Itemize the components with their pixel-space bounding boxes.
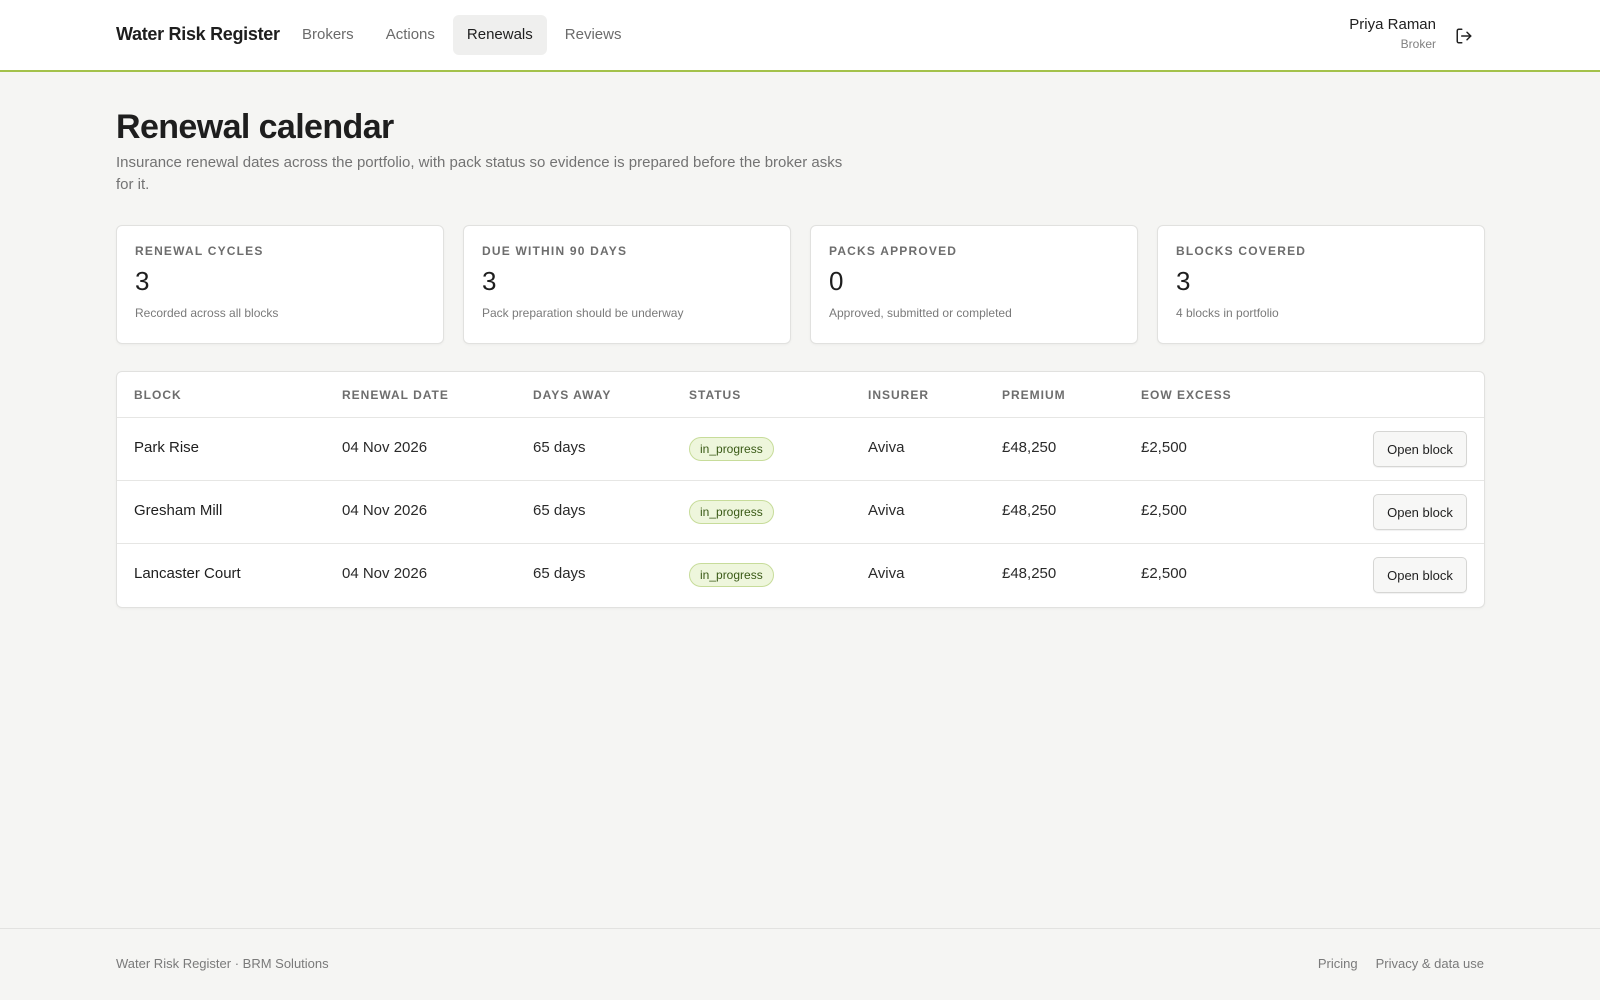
cell-insurer: Aviva	[868, 565, 905, 582]
footer-links: Pricing Privacy & data use	[1318, 956, 1484, 971]
cell-days-away: 65 days	[533, 502, 586, 519]
cell-days-away: 65 days	[533, 565, 586, 582]
table-row: Gresham Mill 04 Nov 2026 65 days in_prog…	[117, 481, 1484, 544]
cell-eow-excess: £2,500	[1141, 502, 1187, 519]
column-header-days-away: Days away	[533, 388, 612, 402]
page-title: Renewal calendar	[116, 108, 394, 146]
stat-card-label: Due within 90 days	[482, 244, 628, 258]
stat-card-packs-approved: Packs approved 0 Approved, submitted or …	[810, 225, 1138, 344]
table-row: Park Rise 04 Nov 2026 65 days in_progres…	[117, 418, 1484, 481]
open-block-button[interactable]: Open block	[1373, 494, 1467, 530]
cell-insurer: Aviva	[868, 502, 905, 519]
status-badge: in_progress	[689, 563, 774, 587]
cell-block: Park Rise	[134, 439, 200, 456]
stat-card-value: 3	[135, 266, 150, 296]
nav-item-reviews[interactable]: Reviews	[551, 15, 636, 55]
stat-card-value: 3	[1176, 266, 1191, 296]
user-role: Broker	[1400, 37, 1436, 51]
status-badge: in_progress	[689, 500, 774, 524]
stat-card-value: 3	[482, 266, 497, 296]
stat-card-note: 4 blocks in portfolio	[1176, 306, 1279, 320]
stat-card-note: Recorded across all blocks	[135, 306, 279, 320]
cell-eow-excess: £2,500	[1141, 565, 1187, 582]
nav-item-brokers[interactable]: Brokers	[288, 15, 368, 55]
column-header-status: Status	[689, 388, 742, 402]
cell-block: Lancaster Court	[134, 565, 241, 582]
cell-premium: £48,250	[1002, 439, 1057, 456]
footer-link-privacy[interactable]: Privacy & data use	[1376, 956, 1484, 971]
page-subtitle: Insurance renewal dates across the portf…	[116, 154, 843, 193]
footer-copyright: Water Risk Register · BRM Solutions	[116, 956, 329, 971]
stat-card-note: Pack preparation should be underway	[482, 306, 684, 320]
cell-eow-excess: £2,500	[1141, 439, 1187, 456]
cell-days-away: 65 days	[533, 439, 586, 456]
nav-item-renewals[interactable]: Renewals	[452, 15, 547, 55]
summary-cards: Renewal cycles 3 Recorded across all blo…	[116, 225, 1485, 344]
cell-insurer: Aviva	[868, 439, 905, 456]
cell-premium: £48,250	[1002, 565, 1057, 582]
stat-card-due-within-90-days: Due within 90 days 3 Pack preparation sh…	[463, 225, 791, 344]
stat-card-label: Packs approved	[829, 244, 958, 258]
stat-card-note: Approved, submitted or completed	[829, 306, 1012, 320]
renewals-table: Block Renewal date Days away Status Insu…	[116, 371, 1485, 608]
column-header-insurer: Insurer	[868, 388, 930, 402]
cell-block: Gresham Mill	[134, 502, 223, 519]
open-block-button[interactable]: Open block	[1373, 557, 1467, 593]
table-header: Block Renewal date Days away Status Insu…	[117, 372, 1484, 418]
user-name: Priya Raman	[1349, 16, 1436, 33]
footer: Water Risk Register · BRM Solutions Pric…	[0, 928, 1600, 1000]
stat-card-renewal-cycles: Renewal cycles 3 Recorded across all blo…	[116, 225, 444, 344]
open-block-button[interactable]: Open block	[1373, 431, 1467, 467]
footer-link-pricing[interactable]: Pricing	[1318, 956, 1358, 971]
table-row: Lancaster Court 04 Nov 2026 65 days in_p…	[117, 544, 1484, 607]
logout-icon[interactable]	[1452, 24, 1476, 48]
user-info: Priya Raman Broker	[1349, 14, 1436, 52]
stat-card-label: Blocks covered	[1176, 244, 1307, 258]
stat-card-value: 0	[829, 266, 844, 296]
status-badge: in_progress	[689, 437, 774, 461]
cell-renewal-date: 04 Nov 2026	[342, 502, 428, 519]
top-navigation-bar: Water Risk Register Brokers Actions Rene…	[0, 0, 1600, 72]
column-header-eow-excess: EOW excess	[1141, 388, 1232, 402]
cell-renewal-date: 04 Nov 2026	[342, 439, 428, 456]
column-header-premium: Premium	[1002, 388, 1066, 402]
cell-renewal-date: 04 Nov 2026	[342, 565, 428, 582]
cell-premium: £48,250	[1002, 502, 1057, 519]
column-header-renewal-date: Renewal date	[342, 388, 449, 402]
column-header-block: Block	[134, 388, 182, 402]
brand-logo-text[interactable]: Water Risk Register	[116, 24, 280, 45]
stat-card-label: Renewal cycles	[135, 244, 264, 258]
stat-card-blocks-covered: Blocks covered 3 4 blocks in portfolio	[1157, 225, 1485, 344]
nav-item-actions[interactable]: Actions	[372, 15, 449, 55]
main-nav: Brokers Actions Renewals Reviews	[288, 15, 635, 55]
